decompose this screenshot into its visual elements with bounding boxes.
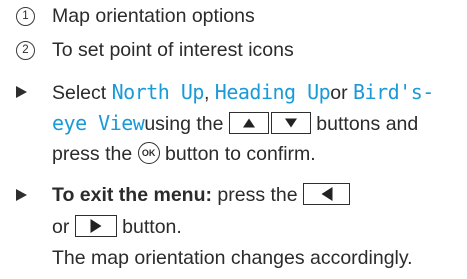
legend-number-2: 2 [16, 41, 35, 60]
right-button [74, 214, 117, 237]
step1-lead: Select [52, 82, 112, 104]
up-button [228, 111, 269, 134]
step2-or: or [52, 216, 75, 238]
step1-sep: , [203, 82, 215, 104]
left-arrow-icon [321, 186, 333, 201]
triangle-bullet-icon [16, 189, 27, 201]
option-birds-eye-view-part2: eye View [52, 111, 145, 135]
step1-press-the: press the [52, 143, 138, 165]
down-button [270, 111, 311, 134]
option-heading-up: Heading Up [214, 80, 331, 104]
legend-number-1: 1 [16, 7, 35, 26]
ok-button-icon: OK [137, 141, 160, 164]
step2-press-the: press the [211, 184, 304, 206]
legend-text-2: To set point of interest icons [52, 39, 294, 61]
option-birds-eye-view-part1: Bird's- [352, 80, 434, 104]
step2-heading: To exit the menu: [52, 184, 212, 206]
step1-confirm: button to confirm. [159, 143, 316, 165]
step2-button: button. [116, 216, 182, 238]
step1-or: or [330, 82, 353, 104]
up-arrow-icon [242, 118, 255, 128]
step1-using: using the [144, 113, 229, 135]
triangle-bullet-icon [16, 86, 27, 98]
step1-buttons-and: buttons and [310, 113, 419, 135]
legend-text-1: Map orientation options [52, 5, 255, 27]
option-north-up: North Up [111, 80, 205, 104]
step2-result: The map orientation changes accordingly. [52, 247, 413, 269]
down-arrow-icon [284, 118, 297, 128]
left-button [303, 182, 351, 205]
right-arrow-icon [90, 218, 102, 233]
